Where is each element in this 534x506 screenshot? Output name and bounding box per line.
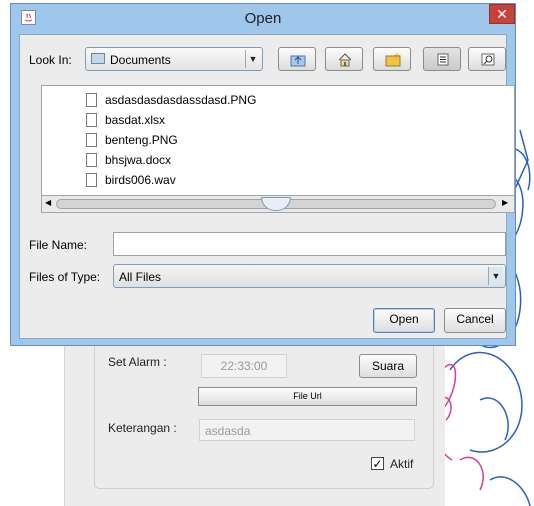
look-in-value: Documents bbox=[110, 53, 171, 67]
cancel-button[interactable]: Cancel bbox=[444, 308, 506, 333]
home-button[interactable] bbox=[325, 47, 363, 71]
alarm-group-panel: Set Alarm : 22:33:00 Suara File Url Kete… bbox=[94, 342, 434, 489]
file-name-label: File Name: bbox=[29, 238, 88, 252]
alarm-time-field: 22:33:00 bbox=[201, 354, 287, 378]
file-name: bhsjwa.docx bbox=[105, 153, 172, 167]
horizontal-scrollbar[interactable]: ◀ ▶ bbox=[41, 195, 515, 213]
new-folder-icon bbox=[385, 53, 401, 67]
set-alarm-label: Set Alarm : bbox=[108, 355, 167, 369]
dialog-body: Look In: Documents ▼ asdasdasdasdassdasd… bbox=[19, 34, 515, 339]
file-name: basdat.xlsx bbox=[105, 113, 166, 127]
suara-button[interactable]: Suara bbox=[359, 354, 417, 378]
look-in-combo[interactable]: Documents ▼ bbox=[85, 47, 263, 71]
file-name: asdasdasdasdassdasd.PNG bbox=[105, 93, 257, 107]
chevron-down-icon: ▼ bbox=[488, 267, 503, 285]
file-icon bbox=[86, 113, 97, 127]
up-folder-button[interactable] bbox=[278, 47, 316, 71]
file-url-button[interactable]: File Url bbox=[198, 387, 417, 406]
aktif-checkbox[interactable]: ✓ bbox=[371, 457, 384, 470]
file-icon bbox=[86, 93, 97, 107]
open-dialog: Open ✕ Look In: Documents ▼ asdasdasdasd bbox=[10, 3, 516, 346]
file-name-field[interactable] bbox=[113, 232, 506, 256]
aktif-label: Aktif bbox=[390, 457, 414, 471]
file-name: benteng.PNG bbox=[105, 133, 178, 147]
list-view-icon bbox=[437, 53, 449, 66]
dialog-titlebar[interactable]: Open ✕ bbox=[11, 4, 515, 33]
files-of-type-combo[interactable]: All Files ▼ bbox=[113, 264, 506, 288]
chevron-down-icon: ▼ bbox=[245, 50, 260, 68]
scroll-left-icon[interactable]: ◀ bbox=[45, 198, 51, 207]
folder-icon bbox=[91, 53, 105, 64]
up-folder-icon bbox=[290, 55, 306, 67]
files-of-type-value: All Files bbox=[119, 270, 162, 284]
look-in-label: Look In: bbox=[29, 53, 72, 67]
keterangan-field[interactable]: asdasda bbox=[199, 419, 415, 441]
scroll-right-icon[interactable]: ▶ bbox=[502, 198, 508, 207]
new-folder-button[interactable] bbox=[373, 47, 411, 71]
close-icon[interactable]: ✕ bbox=[489, 4, 515, 24]
details-view-icon bbox=[481, 53, 495, 66]
home-icon bbox=[338, 53, 352, 67]
file-icon bbox=[86, 153, 97, 167]
details-view-button[interactable] bbox=[468, 47, 506, 71]
file-name: birds006.wav bbox=[105, 173, 176, 187]
open-button[interactable]: Open bbox=[373, 308, 435, 333]
file-icon bbox=[86, 133, 97, 147]
dialog-title: Open bbox=[244, 10, 282, 27]
list-view-button[interactable] bbox=[423, 47, 461, 71]
file-icon bbox=[86, 173, 97, 187]
keterangan-label: Keterangan : bbox=[108, 421, 177, 435]
file-list[interactable]: asdasdasdasdassdasd.PNG basdat.xlsx bent… bbox=[41, 85, 515, 213]
files-of-type-label: Files of Type: bbox=[29, 270, 101, 284]
